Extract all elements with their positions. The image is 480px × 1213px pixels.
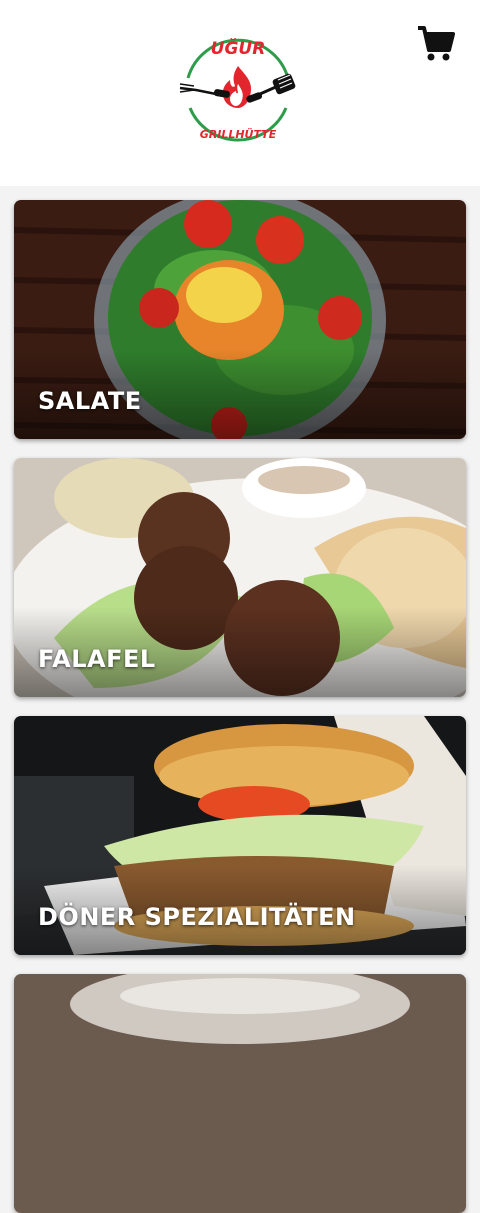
svg-text:UĞUR: UĞUR (211, 37, 266, 59)
category-label: SALATE (38, 387, 142, 415)
svg-text:GRILLHÜTTE: GRILLHÜTTE (200, 127, 277, 141)
category-card-next[interactable] (14, 974, 466, 1213)
category-card-falafel[interactable]: FALAFEL (14, 458, 466, 697)
category-label: FALAFEL (38, 645, 156, 673)
app-header: UĞUR GRILLHÜTTE (0, 0, 480, 186)
category-card-salate[interactable]: SALATE (14, 200, 466, 439)
restaurant-logo[interactable]: UĞUR GRILLHÜTTE (176, 28, 300, 152)
category-label: DÖNER SPEZIALITÄTEN (38, 903, 356, 931)
category-card-doener[interactable]: DÖNER SPEZIALITÄTEN (14, 716, 466, 955)
next-category-photo (14, 974, 466, 1213)
shopping-cart-icon[interactable] (414, 22, 456, 64)
